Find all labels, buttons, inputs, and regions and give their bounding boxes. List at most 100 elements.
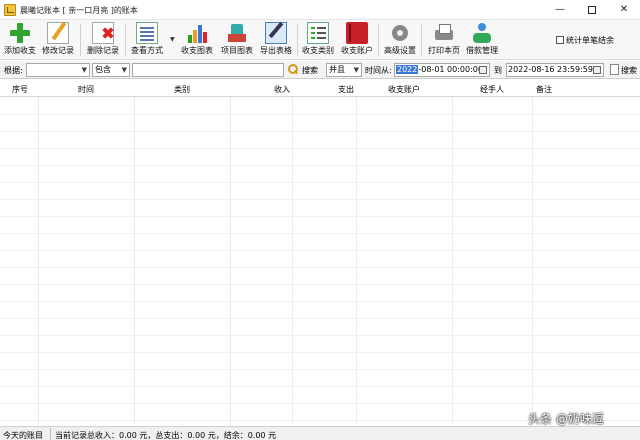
printer-icon xyxy=(433,22,455,44)
close-button[interactable]: ✕ xyxy=(608,0,640,20)
toolbar-divider xyxy=(297,24,298,56)
toolbar-divider xyxy=(80,24,81,56)
project-chart-label: 项目图表 xyxy=(221,46,253,55)
column-header-expense[interactable]: 支出 xyxy=(338,84,354,95)
add-record-label: 添加收支 xyxy=(4,46,36,55)
row-divider xyxy=(0,216,640,217)
gear-icon xyxy=(389,22,411,44)
project-chart-icon xyxy=(226,22,248,44)
column-header-handler[interactable]: 经手人 xyxy=(480,84,504,95)
loan-people-icon xyxy=(471,22,493,44)
chevron-down-icon: ▼ xyxy=(81,66,87,74)
column-header-account[interactable]: 收支账户 xyxy=(388,84,420,95)
column-header-income[interactable]: 收入 xyxy=(274,84,290,95)
row-divider xyxy=(0,182,640,183)
row-divider xyxy=(0,386,640,387)
row-divider xyxy=(0,369,640,370)
column-header-notes[interactable]: 备注 xyxy=(536,84,552,95)
row-divider xyxy=(0,335,640,336)
window-title: 晨曦记账本 [ 亲一口月亮 ]的账本 xyxy=(20,6,138,15)
plus-icon xyxy=(9,22,31,44)
advanced-settings-label: 高级设置 xyxy=(384,46,416,55)
project-chart-button[interactable]: 项目图表 xyxy=(218,22,256,58)
time-from-label: 时间从: xyxy=(365,66,392,75)
maximize-icon xyxy=(588,6,596,14)
date-to-label: 到 xyxy=(494,66,502,75)
print-button[interactable]: 打印本页 xyxy=(426,22,462,58)
app-logo-icon xyxy=(4,4,16,16)
column-header-index[interactable]: 序号 xyxy=(12,84,28,95)
today-records-label[interactable]: 今天的账目 xyxy=(3,430,43,440)
row-divider xyxy=(0,148,640,149)
logic-select[interactable]: 并且 ▼ xyxy=(326,63,362,77)
bar-chart-icon xyxy=(186,22,208,44)
filter-by-label: 根据: xyxy=(4,66,23,75)
calendar-icon[interactable] xyxy=(593,66,601,74)
toolbar-divider xyxy=(378,24,379,56)
date-from-picker[interactable]: 2022-08-01 00:00:00 xyxy=(394,63,490,77)
filter-bar: 根据: ▼ 包含 ▼ 搜索 并且 ▼ 时间从: 2022-08-01 00:00… xyxy=(0,61,640,79)
filter-field-select[interactable]: ▼ xyxy=(26,63,90,77)
category-list-icon xyxy=(307,22,329,44)
row-divider xyxy=(0,233,640,234)
minimize-button[interactable]: — xyxy=(544,0,576,20)
view-mode-dropdown-icon[interactable]: ▼ xyxy=(170,36,175,43)
match-mode-select[interactable]: 包含 ▼ xyxy=(92,63,130,77)
delete-record-button[interactable]: 删除记录 xyxy=(84,22,122,58)
view-mode-button[interactable]: 查看方式 xyxy=(128,22,166,58)
loan-management-button[interactable]: 借款管理 xyxy=(464,22,500,58)
toolbar: 添加收支 修改记录 删除记录 查看方式 ▼ 收支图表 项目图表 导出表格 收支类… xyxy=(0,20,640,60)
categories-label: 收支类别 xyxy=(302,46,334,55)
totals-summary: 当前记录总收入：0.00 元，总支出：0.00 元，结余：0.00 元 xyxy=(55,431,277,440)
loan-management-label: 借款管理 xyxy=(466,46,498,55)
column-header-category[interactable]: 类别 xyxy=(174,84,190,95)
table-header: 序号 时间 类别 收入 支出 收支账户 经手人 备注 xyxy=(0,80,640,97)
search-button[interactable]: 搜索 xyxy=(302,65,318,76)
accounts-button[interactable]: 收支账户 xyxy=(339,22,375,58)
row-divider xyxy=(0,318,640,319)
toolbar-divider xyxy=(125,24,126,56)
delete-record-label: 删除记录 xyxy=(87,46,119,55)
watermark-text: 头条 @奶味逗 xyxy=(528,412,604,426)
date-from-selected: 2022 xyxy=(396,65,419,74)
row-divider xyxy=(0,284,640,285)
status-divider xyxy=(50,428,51,440)
chevron-down-icon: ▼ xyxy=(121,66,127,74)
accounts-label: 收支账户 xyxy=(341,46,373,55)
row-divider xyxy=(0,352,640,353)
pencil-icon xyxy=(47,22,69,44)
maximize-button[interactable] xyxy=(576,0,608,20)
search-document-icon[interactable] xyxy=(610,64,619,75)
row-divider xyxy=(0,250,640,251)
checkbox-box[interactable] xyxy=(556,36,564,44)
row-divider xyxy=(0,301,640,302)
date-to-picker[interactable]: 2022-08-16 23:59:59 xyxy=(506,63,604,77)
categories-button[interactable]: 收支类别 xyxy=(300,22,336,58)
row-divider xyxy=(0,114,640,115)
export-sheet-label: 导出表格 xyxy=(260,46,292,55)
document-list-icon xyxy=(136,22,158,44)
records-table[interactable]: 序号 时间 类别 收入 支出 收支账户 经手人 备注 xyxy=(0,80,640,425)
edit-record-label: 修改记录 xyxy=(42,46,74,55)
keyword-input[interactable] xyxy=(132,63,284,77)
logic-value: 并且 xyxy=(329,65,345,74)
stat-balance-checkbox[interactable]: 统计单笔结余 xyxy=(556,35,614,46)
stat-balance-label: 统计单笔结余 xyxy=(566,36,614,45)
column-header-time[interactable]: 时间 xyxy=(78,84,94,95)
title-bar: 晨曦记账本 [ 亲一口月亮 ]的账本 — ✕ xyxy=(0,0,640,20)
status-bar: 今天的账目 当前记录总收入：0.00 元，总支出：0.00 元，结余：0.00 … xyxy=(0,426,640,440)
calendar-icon[interactable] xyxy=(479,66,487,74)
advanced-settings-button[interactable]: 高级设置 xyxy=(382,22,418,58)
export-edit-icon xyxy=(265,22,287,44)
search-icon[interactable] xyxy=(288,64,298,74)
chevron-down-icon: ▼ xyxy=(353,66,359,74)
row-divider xyxy=(0,165,640,166)
income-chart-button[interactable]: 收支图表 xyxy=(178,22,216,58)
row-divider xyxy=(0,267,640,268)
match-mode-value: 包含 xyxy=(95,65,111,74)
row-divider xyxy=(0,403,640,404)
export-sheet-button[interactable]: 导出表格 xyxy=(257,22,295,58)
edit-record-button[interactable]: 修改记录 xyxy=(40,22,76,58)
add-record-button[interactable]: 添加收支 xyxy=(2,22,38,58)
search-button-2[interactable]: 搜索 xyxy=(621,65,637,76)
